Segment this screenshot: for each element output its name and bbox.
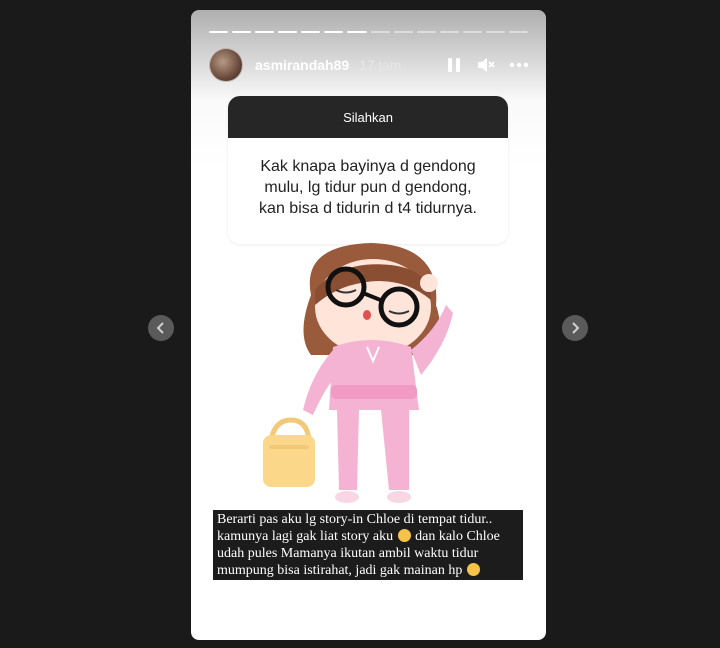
question-line: Kak knapa bayinya d gendong — [260, 158, 476, 175]
caption-line: udah pules Mamanya ikutan ambil waktu ti… — [217, 546, 479, 561]
progress-segment — [209, 31, 229, 33]
emoji-icon — [466, 563, 480, 576]
progress-segment — [347, 31, 367, 33]
question-line: mulu, lg tidur pun d gendong, — [264, 179, 472, 196]
question-sticker: Silahkan Kak knapa bayinya d gendong mul… — [228, 96, 508, 244]
pause-icon[interactable] — [444, 55, 464, 75]
progress-segment — [324, 31, 344, 33]
username[interactable]: asmirandah89 — [255, 57, 349, 73]
story-viewer[interactable]: asmirandah89 17 jam Silahkan Kak knapa b… — [191, 10, 546, 640]
story-progress-bar — [209, 31, 529, 33]
progress-segment — [462, 31, 482, 33]
mute-icon[interactable] — [476, 55, 496, 75]
caption-line-text: mumpung bisa istirahat, jadi gak mainan … — [217, 563, 463, 578]
story-header: asmirandah89 17 jam — [209, 48, 529, 82]
progress-segment — [416, 31, 436, 33]
question-header: Silahkan — [228, 96, 508, 138]
question-line: kan bisa d tidurin d t4 tidurnya. — [259, 200, 477, 217]
chevron-right-icon — [572, 322, 580, 334]
progress-segment — [278, 31, 298, 33]
previous-story-button[interactable] — [148, 315, 174, 341]
caption-line-2: kamunya lagi gak liat story aku dan kalo… — [217, 528, 519, 545]
caption-line-5: mumpung bisa istirahat, jadi gak mainan … — [217, 562, 519, 579]
chevron-left-icon — [156, 322, 164, 334]
more-icon[interactable] — [508, 55, 529, 75]
progress-segment — [301, 31, 321, 33]
story-caption: Berarti pas aku lg story-in Chloe di tem… — [213, 510, 523, 580]
avatar[interactable] — [209, 48, 243, 82]
story-controls — [444, 55, 529, 75]
progress-segment — [509, 31, 529, 33]
progress-segment — [393, 31, 413, 33]
progress-segment — [255, 31, 275, 33]
progress-segment — [232, 31, 252, 33]
progress-segment — [370, 31, 390, 33]
next-story-button[interactable] — [562, 315, 588, 341]
girl-sticker-image — [263, 243, 453, 503]
caption-line-text: kamunya lagi gak liat story aku — [217, 529, 394, 544]
emoji-icon — [397, 529, 411, 542]
caption-line-text: dan kalo Chloe — [415, 529, 500, 544]
caption-line: Berarti pas aku lg story-in Chloe di tem… — [217, 512, 493, 527]
progress-segment — [485, 31, 506, 33]
progress-segment — [439, 31, 459, 33]
post-time: 17 jam — [359, 57, 402, 73]
question-text: Kak knapa bayinya d gendong mulu, lg tid… — [228, 138, 508, 219]
